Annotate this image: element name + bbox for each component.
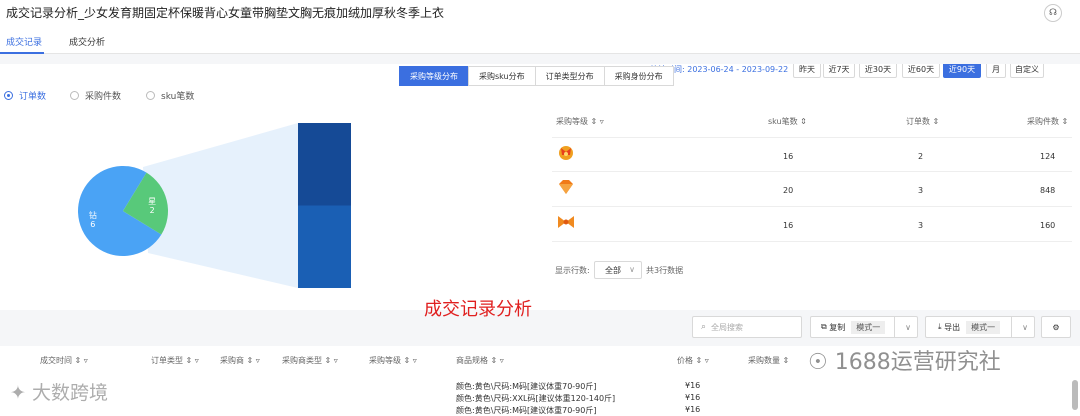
section-divider	[0, 54, 1080, 64]
tab-bar: 成交记录 成交分析 统计时间: 2023-06-24 - 2023-09-22 …	[0, 28, 1080, 78]
col-head-price[interactable]: 价格 ⇕ ▿	[677, 355, 709, 366]
divider	[552, 241, 1072, 242]
radio-dot	[4, 91, 13, 100]
copy-label: 复制	[829, 322, 846, 332]
col-head-quantity[interactable]: 采购数量 ⇕	[748, 355, 789, 366]
orders-value: 3	[918, 221, 924, 230]
tab-analysis[interactable]: 成交分析	[69, 35, 105, 48]
bow-badge-icon	[556, 212, 576, 232]
rows-per-page-select[interactable]: 全部 ∨	[594, 261, 642, 279]
radio-purchase-qty[interactable]: 采购件数	[70, 89, 121, 102]
divider	[552, 171, 1072, 172]
divider	[552, 137, 1072, 138]
export-label: 导出	[944, 322, 961, 332]
divider	[1011, 317, 1012, 337]
col-head-qty[interactable]: 采购件数 ⇕	[1027, 116, 1068, 127]
records-toolbar-band	[0, 310, 1080, 346]
col-head-level[interactable]: 采购等级 ⇕ ▿	[556, 116, 604, 127]
spec-cell: 颜色:黄色\尺码:M码[建议体重70-90斤]	[456, 406, 597, 415]
sku-value: 20	[783, 186, 794, 195]
dist-tab-level[interactable]: 采购等级分布	[399, 66, 469, 86]
col-head-spec[interactable]: 商品规格 ⇕ ▿	[456, 355, 504, 366]
radio-dot	[70, 91, 79, 100]
copy-icon: ⧉	[821, 322, 830, 331]
gear-icon: ⚙	[1052, 322, 1060, 332]
dist-tab-sku[interactable]: 采购sku分布	[468, 66, 536, 86]
dist-tab-identity[interactable]: 采购身份分布	[603, 66, 674, 86]
distribution-tabs: 采购等级分布 采购sku分布 订单类型分布 采购身份分布	[399, 66, 674, 86]
sku-value: 16	[783, 152, 794, 161]
chevron-down-icon: ∨	[629, 265, 635, 274]
copy-mode: 模式一	[851, 320, 886, 334]
col-head-level[interactable]: 采购等级 ⇕ ▿	[369, 355, 417, 366]
tab-records[interactable]: 成交记录	[6, 35, 42, 48]
level-distribution-chart: 钻6 星2	[78, 123, 351, 288]
chevron-down-icon[interactable]: ∨	[1022, 323, 1028, 332]
pie-label-value: 6	[90, 220, 95, 229]
pie-label-name: 钻	[89, 210, 97, 220]
global-search-input[interactable]: ⌕ 全局搜索	[692, 316, 802, 338]
qty-value: 124	[1040, 152, 1056, 161]
pie-label-value: 2	[150, 206, 155, 215]
spec-cell: 颜色:黄色\尺码:XXL码[建议体重120-140斤]	[456, 394, 616, 403]
watermark-left: ✦ 大数跨境	[10, 382, 108, 404]
divider	[552, 206, 1072, 207]
export-mode: 模式一	[966, 320, 1001, 334]
price-cell: ¥16	[685, 393, 701, 402]
total-rows: 共3行数据	[646, 266, 684, 275]
breakdown-segment	[298, 205, 351, 288]
dist-tab-order-type[interactable]: 订单类型分布	[534, 66, 605, 86]
price-cell: ¥16	[685, 381, 701, 390]
watermark-right: ☉ 1688运营研究社	[808, 350, 1001, 375]
orders-value: 2	[918, 152, 924, 161]
rows-per-page-label: 显示行数:	[555, 266, 590, 275]
qty-value: 848	[1040, 186, 1056, 195]
qty-value: 160	[1040, 221, 1056, 230]
search-icon: ⌕	[701, 322, 707, 332]
col-head-orders[interactable]: 订单数 ⇕	[906, 116, 939, 127]
orders-value: 3	[918, 186, 924, 195]
copy-button[interactable]: ⧉ 复制 模式一 ∨	[810, 316, 918, 338]
radio-label: 采购件数	[85, 92, 122, 102]
radio-sku-count[interactable]: sku笔数	[146, 89, 194, 102]
export-button[interactable]: ⤓ 导出 模式一 ∨	[925, 316, 1035, 338]
pie-label-name: 星	[148, 197, 156, 206]
chevron-down-icon[interactable]: ∨	[905, 323, 911, 332]
divider	[894, 317, 895, 337]
radio-label: 订单数	[19, 92, 47, 102]
headset-icon[interactable]: ☊	[1044, 4, 1062, 22]
overlay-title: 成交记录分析	[424, 299, 532, 320]
radio-dot	[146, 91, 155, 100]
settings-button[interactable]: ⚙	[1041, 316, 1071, 338]
spec-cell: 颜色:黄色\尺码:M码[建议体重70-90斤]	[456, 382, 597, 391]
rows-per-page-value: 全部	[605, 265, 621, 275]
col-head-buyer-type[interactable]: 采购商类型 ⇕ ▿	[282, 355, 338, 366]
search-placeholder: 全局搜索	[711, 322, 744, 332]
col-head-time[interactable]: 成交时间 ⇕ ▿	[40, 355, 88, 366]
col-head-order-type[interactable]: 订单类型 ⇕ ▿	[151, 355, 199, 366]
diamond-badge-icon	[556, 177, 576, 197]
sku-value: 16	[783, 221, 794, 230]
breakdown-segment	[298, 123, 351, 206]
radio-order-count[interactable]: 订单数	[4, 89, 46, 102]
col-head-buyer[interactable]: 采购商 ⇕ ▿	[220, 355, 260, 366]
scrollbar[interactable]	[1072, 380, 1078, 410]
radio-label: sku笔数	[161, 92, 195, 102]
col-head-sku[interactable]: sku笔数 ⇕	[768, 116, 807, 127]
crown-badge-icon	[556, 143, 576, 163]
page-title: 成交记录分析_少女发育期固定杯保暖背心女童带胸垫文胸无痕加绒加厚秋冬季上衣	[6, 6, 445, 20]
